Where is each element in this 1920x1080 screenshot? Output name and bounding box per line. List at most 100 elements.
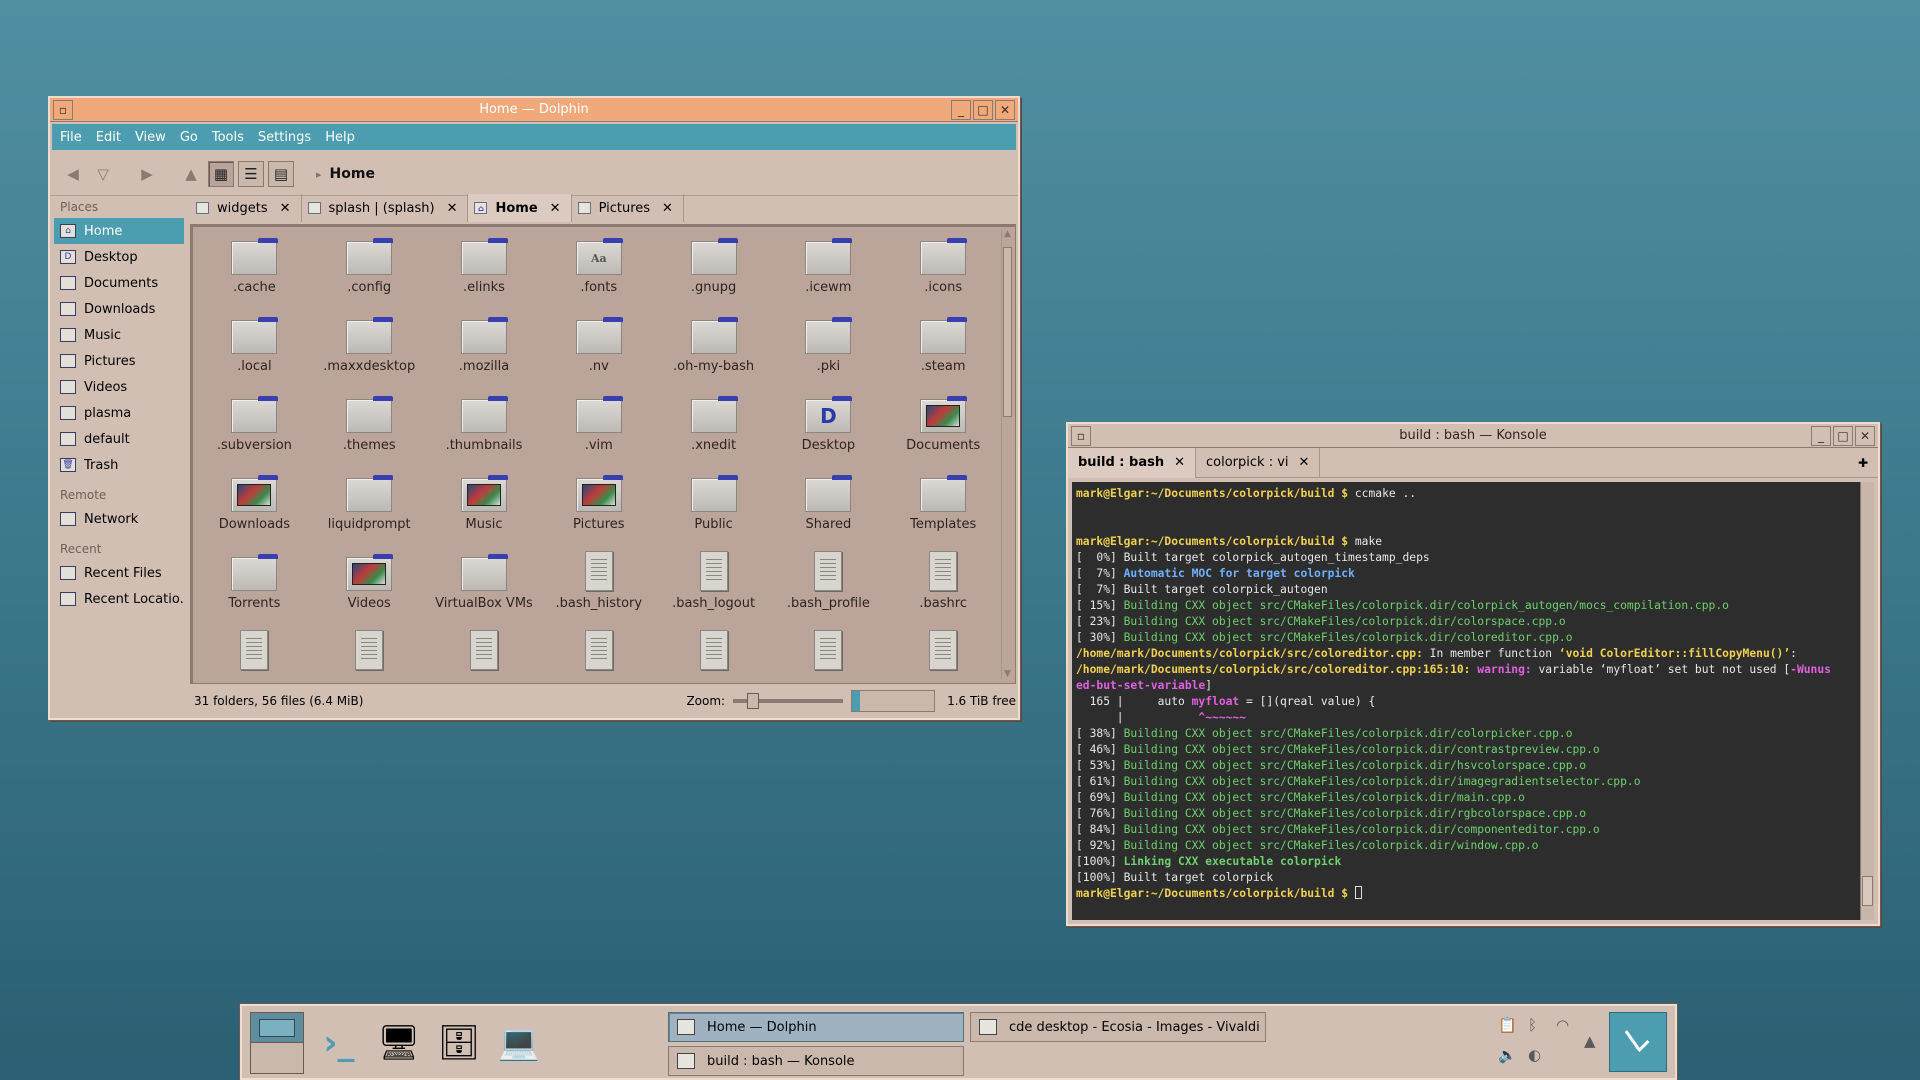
terminal-icon[interactable]: 💻: [492, 1016, 546, 1070]
place-home[interactable]: ⌂ Home: [54, 218, 184, 244]
tab-splash[interactable]: splash | (splash) ✕: [302, 194, 469, 222]
file-item[interactable]: [771, 626, 886, 683]
scrollbar-thumb[interactable]: [1003, 247, 1012, 417]
pager-desktop-1[interactable]: [251, 1013, 303, 1043]
menu-tools[interactable]: Tools: [212, 130, 244, 145]
network-computer-icon[interactable]: 🖥: [372, 1016, 426, 1070]
volume-icon[interactable]: 🔈: [1498, 1046, 1517, 1064]
file-item[interactable]: Music: [427, 468, 542, 547]
wifi-icon[interactable]: ◠: [1556, 1016, 1569, 1034]
file-item[interactable]: Aa .fonts: [541, 231, 656, 310]
menu-view[interactable]: View: [135, 130, 166, 145]
place-downloads[interactable]: Downloads: [54, 296, 184, 322]
file-item[interactable]: .vim: [541, 389, 656, 468]
file-item[interactable]: Shared: [771, 468, 886, 547]
file-view[interactable]: .cache .config .elinks Aa .fonts .gnupg .icewm…: [190, 224, 1016, 684]
dolphin-titlebar[interactable]: ▫ Home — Dolphin _ □ ✕: [50, 98, 1018, 122]
file-item[interactable]: .bash_history: [541, 547, 656, 626]
forward-icon[interactable]: ▶: [134, 161, 160, 187]
minimize-button[interactable]: _: [1811, 425, 1831, 446]
file-item[interactable]: .themes: [312, 389, 427, 468]
file-item[interactable]: .maxxdesktop: [312, 310, 427, 389]
file-item[interactable]: .nv: [541, 310, 656, 389]
scroll-down-icon[interactable]: ▼: [1002, 669, 1013, 679]
place-recent-locations[interactable]: Recent Locatio...: [54, 586, 184, 612]
close-tab-icon[interactable]: ✕: [1174, 455, 1185, 470]
file-item[interactable]: [427, 626, 542, 683]
file-item[interactable]: liquidprompt: [312, 468, 427, 547]
back-icon[interactable]: ◀: [60, 161, 86, 187]
new-tab-icon[interactable]: ✚: [1858, 456, 1868, 470]
file-item[interactable]: .local: [197, 310, 312, 389]
file-item[interactable]: .config: [312, 231, 427, 310]
file-item[interactable]: .bash_logout: [656, 547, 771, 626]
tab-widgets[interactable]: widgets ✕: [190, 194, 302, 222]
file-item[interactable]: .elinks: [427, 231, 542, 310]
menu-go[interactable]: Go: [180, 130, 198, 145]
task-vivaldi[interactable]: cde desktop - Ecosia - Images - Vivaldi: [970, 1012, 1266, 1042]
tab-build-bash[interactable]: build : bash ✕: [1068, 447, 1197, 478]
place-default[interactable]: default: [54, 426, 184, 452]
file-item[interactable]: .gnupg: [656, 231, 771, 310]
scroll-up-icon[interactable]: ▲: [1002, 229, 1013, 239]
file-item[interactable]: .steam: [886, 310, 1001, 389]
file-item[interactable]: .xnedit: [656, 389, 771, 468]
expand-tray-icon[interactable]: ▲: [1584, 1032, 1596, 1050]
menu-file[interactable]: File: [60, 130, 82, 145]
tab-pictures[interactable]: Pictures ✕: [572, 194, 684, 222]
tab-home[interactable]: ⌂ Home ✕: [468, 194, 572, 222]
up-icon[interactable]: ▲: [178, 161, 204, 187]
close-tab-icon[interactable]: ✕: [447, 201, 458, 216]
app-launcher-icon[interactable]: ›_: [312, 1016, 366, 1070]
file-view-scrollbar[interactable]: ▲ ▼: [1001, 229, 1013, 679]
place-desktop[interactable]: D Desktop: [54, 244, 184, 270]
file-item[interactable]: Torrents: [197, 547, 312, 626]
brightness-icon[interactable]: ◐: [1528, 1046, 1541, 1064]
file-item[interactable]: Documents: [886, 389, 1001, 468]
file-item[interactable]: [656, 626, 771, 683]
file-item[interactable]: [541, 626, 656, 683]
icons-view-button[interactable]: ▦: [208, 160, 234, 187]
file-item[interactable]: Pictures: [541, 468, 656, 547]
file-item[interactable]: .oh-my-bash: [656, 310, 771, 389]
file-item[interactable]: .icons: [886, 231, 1001, 310]
file-item[interactable]: Downloads: [197, 468, 312, 547]
file-item[interactable]: [312, 626, 427, 683]
file-item[interactable]: .cache: [197, 231, 312, 310]
konsole-titlebar[interactable]: ▫ build : bash — Konsole _ □ ✕: [1068, 424, 1878, 448]
place-documents[interactable]: Documents: [54, 270, 184, 296]
place-pictures[interactable]: Pictures: [54, 348, 184, 374]
file-item[interactable]: .bash_profile: [771, 547, 886, 626]
clipboard-icon[interactable]: 📋: [1498, 1016, 1517, 1034]
breadcrumb-home[interactable]: Home: [316, 166, 375, 182]
menu-help[interactable]: Help: [325, 130, 355, 145]
file-cabinet-icon[interactable]: 🗄: [432, 1016, 486, 1070]
close-tab-icon[interactable]: ✕: [550, 201, 561, 216]
scrollbar-thumb[interactable]: [1862, 876, 1873, 906]
minimize-button[interactable]: _: [951, 99, 971, 120]
place-recent-files[interactable]: Recent Files: [54, 560, 184, 586]
window-menu-button[interactable]: ▫: [53, 99, 73, 120]
place-music[interactable]: Music: [54, 322, 184, 348]
file-item[interactable]: .icewm: [771, 231, 886, 310]
file-item[interactable]: .pki: [771, 310, 886, 389]
file-item[interactable]: Videos: [312, 547, 427, 626]
task-konsole[interactable]: build : bash — Konsole: [668, 1046, 964, 1076]
place-network[interactable]: Network: [54, 506, 184, 532]
close-button[interactable]: ✕: [995, 99, 1015, 120]
file-item[interactable]: .bashrc: [886, 547, 1001, 626]
zoom-slider-handle[interactable]: [747, 693, 760, 709]
file-item[interactable]: .thumbnails: [427, 389, 542, 468]
place-trash[interactable]: 🗑 Trash: [54, 452, 184, 478]
zoom-slider[interactable]: [733, 693, 844, 709]
terminal-scrollbar[interactable]: [1860, 482, 1874, 920]
place-plasma[interactable]: plasma: [54, 400, 184, 426]
file-item[interactable]: [197, 626, 312, 683]
file-item[interactable]: .mozilla: [427, 310, 542, 389]
close-tab-icon[interactable]: ✕: [280, 201, 291, 216]
close-button[interactable]: ✕: [1855, 425, 1875, 446]
place-videos[interactable]: Videos: [54, 374, 184, 400]
file-item[interactable]: Templates: [886, 468, 1001, 547]
file-item[interactable]: VirtualBox VMs: [427, 547, 542, 626]
details-view-button[interactable]: ▤: [268, 160, 294, 187]
